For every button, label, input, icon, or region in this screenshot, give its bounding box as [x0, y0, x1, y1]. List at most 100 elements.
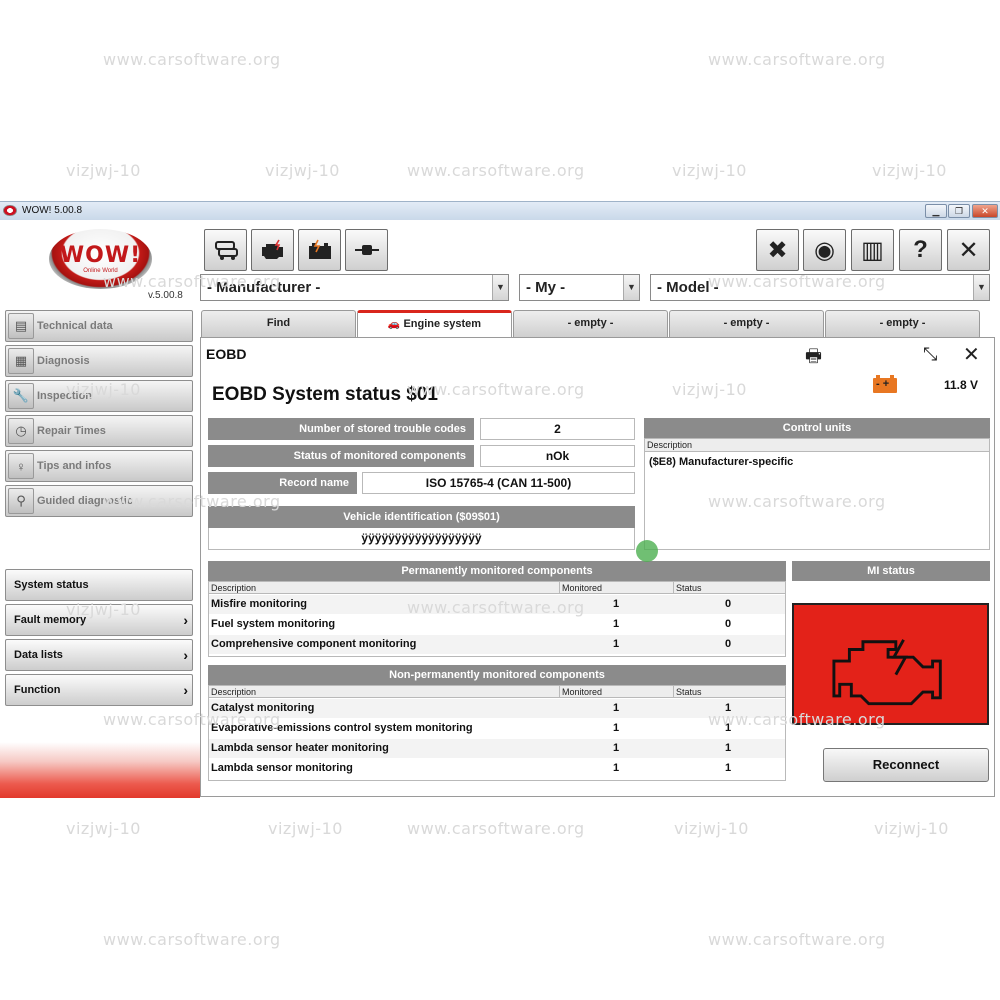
table-row[interactable]: Evaporative-emissions control system mon… — [209, 719, 785, 738]
manufacturer-select[interactable]: - Manufacturer - ▼ — [200, 274, 509, 301]
row-monitored: 1 — [612, 762, 620, 774]
mouse-cursor — [636, 540, 658, 562]
wrench-icon: 🔧 — [8, 383, 34, 409]
non-permanent-header: Non-permanently monitored components — [208, 665, 786, 685]
restore-icon[interactable]: ❐ — [948, 204, 970, 218]
help-button[interactable]: ? — [899, 229, 942, 271]
table-row[interactable]: Lambda sensor monitoring 1 1 — [209, 759, 785, 778]
row-description: Lambda sensor heater monitoring — [211, 742, 389, 754]
row-status: 0 — [724, 638, 732, 650]
technical-data-icon: ▤ — [8, 313, 34, 339]
menu-system-status[interactable]: System status — [5, 569, 193, 601]
vin-value: ÿÿÿÿÿÿÿÿÿÿÿÿÿÿÿÿÿÿ — [208, 528, 635, 550]
tab-empty-2[interactable]: - empty - — [669, 310, 824, 337]
sidebar-footer-gradient — [0, 742, 200, 798]
row-description: Evaporative-emissions control system mon… — [211, 722, 473, 734]
my-select[interactable]: - My - ▼ — [519, 274, 640, 301]
battery-icon: - + — [873, 375, 897, 393]
engine-system-button[interactable] — [251, 229, 294, 271]
model-select[interactable]: - Model - ▼ — [650, 274, 990, 301]
watermark: vizjwj-10 — [872, 161, 947, 180]
permanent-table: Description Monitored Status Misfire mon… — [208, 581, 786, 657]
control-unit-row[interactable]: ($E8) Manufacturer-specific — [649, 456, 793, 468]
exit-button[interactable]: ✕ — [947, 229, 990, 271]
minimize-icon[interactable]: ▁ — [925, 204, 947, 218]
panel-title: EOBD — [206, 346, 247, 362]
watermark: vizjwj-10 — [674, 819, 749, 838]
sidebar-item-tips[interactable]: ♀ Tips and infos — [5, 450, 193, 482]
sidebar-item-repair-times[interactable]: ◷ Repair Times — [5, 415, 193, 447]
battery-button[interactable] — [298, 229, 341, 271]
tools-icon: ✖ — [767, 236, 788, 264]
logo-subtext: Online World — [83, 268, 118, 274]
table-row[interactable]: Fuel system monitoring 1 0 — [209, 615, 785, 634]
tools-button[interactable]: ✖ — [756, 229, 799, 271]
voltage-readout: 11.8 V — [944, 378, 979, 392]
tab-empty-1[interactable]: - empty - — [513, 310, 668, 337]
menu-label: System status — [14, 579, 89, 591]
row-monitored: 1 — [612, 638, 620, 650]
expand-icon[interactable]: ⤡ — [923, 344, 937, 365]
column-header: Description — [645, 439, 989, 452]
close-icon[interactable]: ✕ — [972, 204, 998, 218]
sidebar-item-diagnosis[interactable]: ▦ Diagnosis — [5, 345, 193, 377]
watermark: www.carsoftware.org — [103, 50, 281, 69]
chevron-right-icon: › — [183, 647, 188, 663]
lightbulb-icon: ♀ — [8, 453, 34, 479]
watermark: www.carsoftware.org — [407, 161, 585, 180]
tab-empty-3[interactable]: - empty - — [825, 310, 980, 337]
watermark: www.carsoftware.org — [103, 930, 281, 949]
connector-button[interactable] — [345, 229, 388, 271]
print-icon[interactable]: 🖶 — [805, 344, 822, 374]
control-units-list[interactable]: Description ($E8) Manufacturer-specific — [644, 438, 990, 550]
column-header: Description — [209, 686, 559, 698]
vehicle-list-button[interactable] — [204, 229, 247, 271]
menu-label: Fault memory — [14, 614, 87, 626]
sidebar-item-technical-data[interactable]: ▤ Technical data — [5, 310, 193, 342]
watermark: vizjwj-10 — [66, 161, 141, 180]
row-monitored: 1 — [612, 742, 620, 754]
model-value: - Model - — [657, 279, 719, 296]
battery-icon — [308, 239, 331, 259]
column-header: Monitored — [559, 582, 673, 594]
tab-find[interactable]: Find — [201, 310, 356, 337]
chevron-down-icon[interactable]: ▼ — [973, 275, 989, 300]
tab-engine-system[interactable]: 🚗 Engine system — [357, 310, 512, 337]
manufacturer-value: - Manufacturer - — [207, 279, 321, 296]
sidebar-item-label: Tips and infos — [37, 460, 112, 472]
chevron-down-icon[interactable]: ▼ — [623, 275, 639, 300]
chevron-down-icon[interactable]: ▼ — [492, 275, 508, 300]
table-row[interactable]: Catalyst monitoring 1 1 — [209, 699, 785, 718]
monitor-status-label: Status of monitored components — [208, 445, 474, 467]
watermark: vizjwj-10 — [672, 161, 747, 180]
row-monitored: 1 — [612, 702, 620, 714]
menu-fault-memory[interactable]: Fault memory › — [5, 604, 193, 636]
my-value: - My - — [526, 279, 566, 296]
logo-text: WOW! — [59, 243, 142, 268]
table-row[interactable]: Lambda sensor heater monitoring 1 1 — [209, 739, 785, 758]
tab-label: Find — [266, 317, 291, 329]
sidebar-item-guided-diagnostic[interactable]: ⚲ Guided diagnostic — [5, 485, 193, 517]
menu-label: Data lists — [14, 649, 63, 661]
connection-button[interactable]: ◉ — [803, 229, 846, 271]
sidebar-item-label: Diagnosis — [37, 355, 90, 367]
table-row[interactable]: Comprehensive component monitoring 1 0 — [209, 635, 785, 654]
menu-function[interactable]: Function › — [5, 674, 193, 706]
row-description: Comprehensive component monitoring — [211, 638, 417, 650]
reconnect-button[interactable]: Reconnect — [823, 748, 989, 782]
menu-data-lists[interactable]: Data lists › — [5, 639, 193, 671]
gift-button[interactable]: ▥ — [851, 229, 894, 271]
title-bar[interactable]: WOW! 5.00.8 ▁ ❐ ✕ — [0, 202, 1000, 220]
diagnosis-icon: ▦ — [8, 348, 34, 374]
check-engine-icon — [832, 639, 942, 706]
close-icon[interactable]: ✕ — [963, 342, 980, 367]
sidebar-item-label: Repair Times — [37, 425, 106, 437]
record-name-label: Record name — [208, 472, 357, 494]
tab-label: Engine system — [403, 318, 482, 330]
table-row[interactable]: Misfire monitoring 1 0 — [209, 595, 785, 614]
eobd-panel: EOBD 🖶 ⤡ ✕ EOBD System status $01 - + 11… — [200, 337, 995, 797]
wow-logo: WOW! Online World — [49, 229, 152, 289]
sidebar-item-inspection[interactable]: 🔧 Inspection — [5, 380, 193, 412]
row-description: Fuel system monitoring — [211, 618, 336, 630]
record-name-value: ISO 15765-4 (CAN 11-500) — [362, 472, 635, 494]
